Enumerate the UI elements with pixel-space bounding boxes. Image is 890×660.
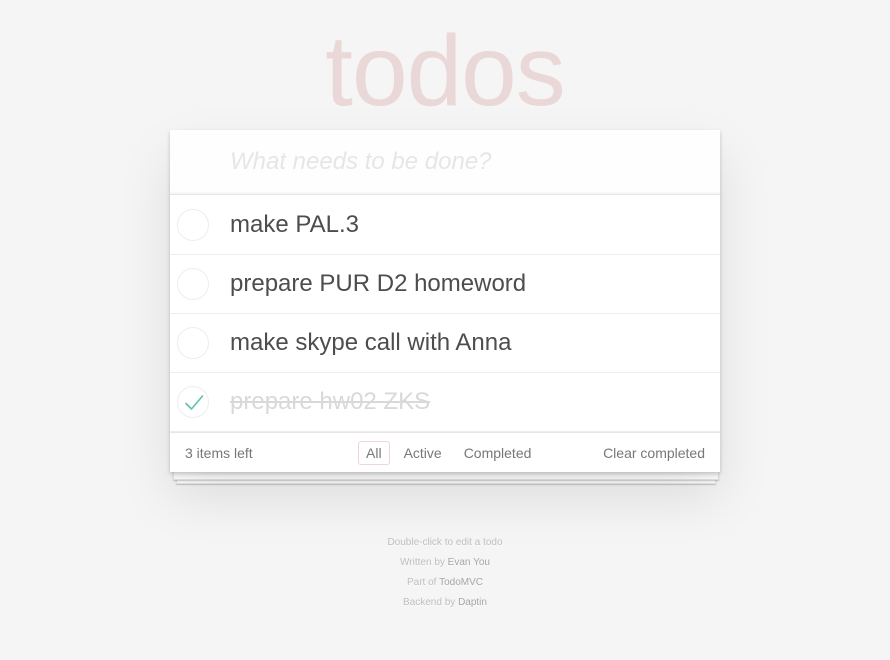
backend-prefix: Backend by [403, 597, 456, 608]
todo-toggle[interactable] [177, 327, 209, 359]
todo-label[interactable]: make skype call with Anna [230, 314, 511, 372]
part-of-prefix: Part of [407, 577, 437, 588]
backend-line: Backend by Daptin [0, 595, 890, 615]
daptin-link[interactable]: Daptin [458, 597, 487, 608]
filter-list: All Active Completed [355, 441, 542, 465]
todo-list: make PAL.3 prepare PUR D2 homeword make … [170, 196, 720, 432]
todo-label[interactable]: prepare PUR D2 homeword [230, 255, 526, 313]
todo-label[interactable]: prepare hw02 ZKS [230, 373, 430, 431]
todo-item-completed[interactable]: prepare hw02 ZKS [170, 373, 720, 432]
part-of-line: Part of TodoMVC [0, 575, 890, 595]
todo-item[interactable]: prepare PUR D2 homeword [170, 255, 720, 314]
author-link[interactable]: Evan You [448, 557, 490, 568]
filter-completed[interactable]: Completed [456, 441, 540, 465]
edit-hint: Double-click to edit a todo [387, 537, 503, 548]
new-todo-input[interactable] [170, 130, 720, 195]
written-by-line: Written by Evan You [0, 555, 890, 575]
filter-active[interactable]: Active [396, 441, 450, 465]
todo-toggle[interactable] [177, 268, 209, 300]
clear-completed-button[interactable]: Clear completed [603, 433, 705, 473]
todo-toggle-checked[interactable] [177, 386, 209, 418]
todo-label[interactable]: make PAL.3 [230, 196, 359, 254]
written-by-prefix: Written by [400, 557, 445, 568]
check-icon [185, 395, 204, 410]
todo-app: make PAL.3 prepare PUR D2 homeword make … [170, 130, 720, 472]
todo-footer: 3 items left All Active Completed Clear … [170, 432, 720, 473]
info-footer: Double-click to edit a todo Written by E… [0, 535, 890, 615]
todomvc-link[interactable]: TodoMVC [439, 577, 483, 588]
app-title: todos [325, 15, 566, 127]
items-left-count: 3 items left [185, 445, 253, 461]
todo-item[interactable]: make skype call with Anna [170, 314, 720, 373]
todo-toggle[interactable] [177, 209, 209, 241]
filter-all[interactable]: All [358, 441, 390, 465]
todo-item[interactable]: make PAL.3 [170, 196, 720, 255]
